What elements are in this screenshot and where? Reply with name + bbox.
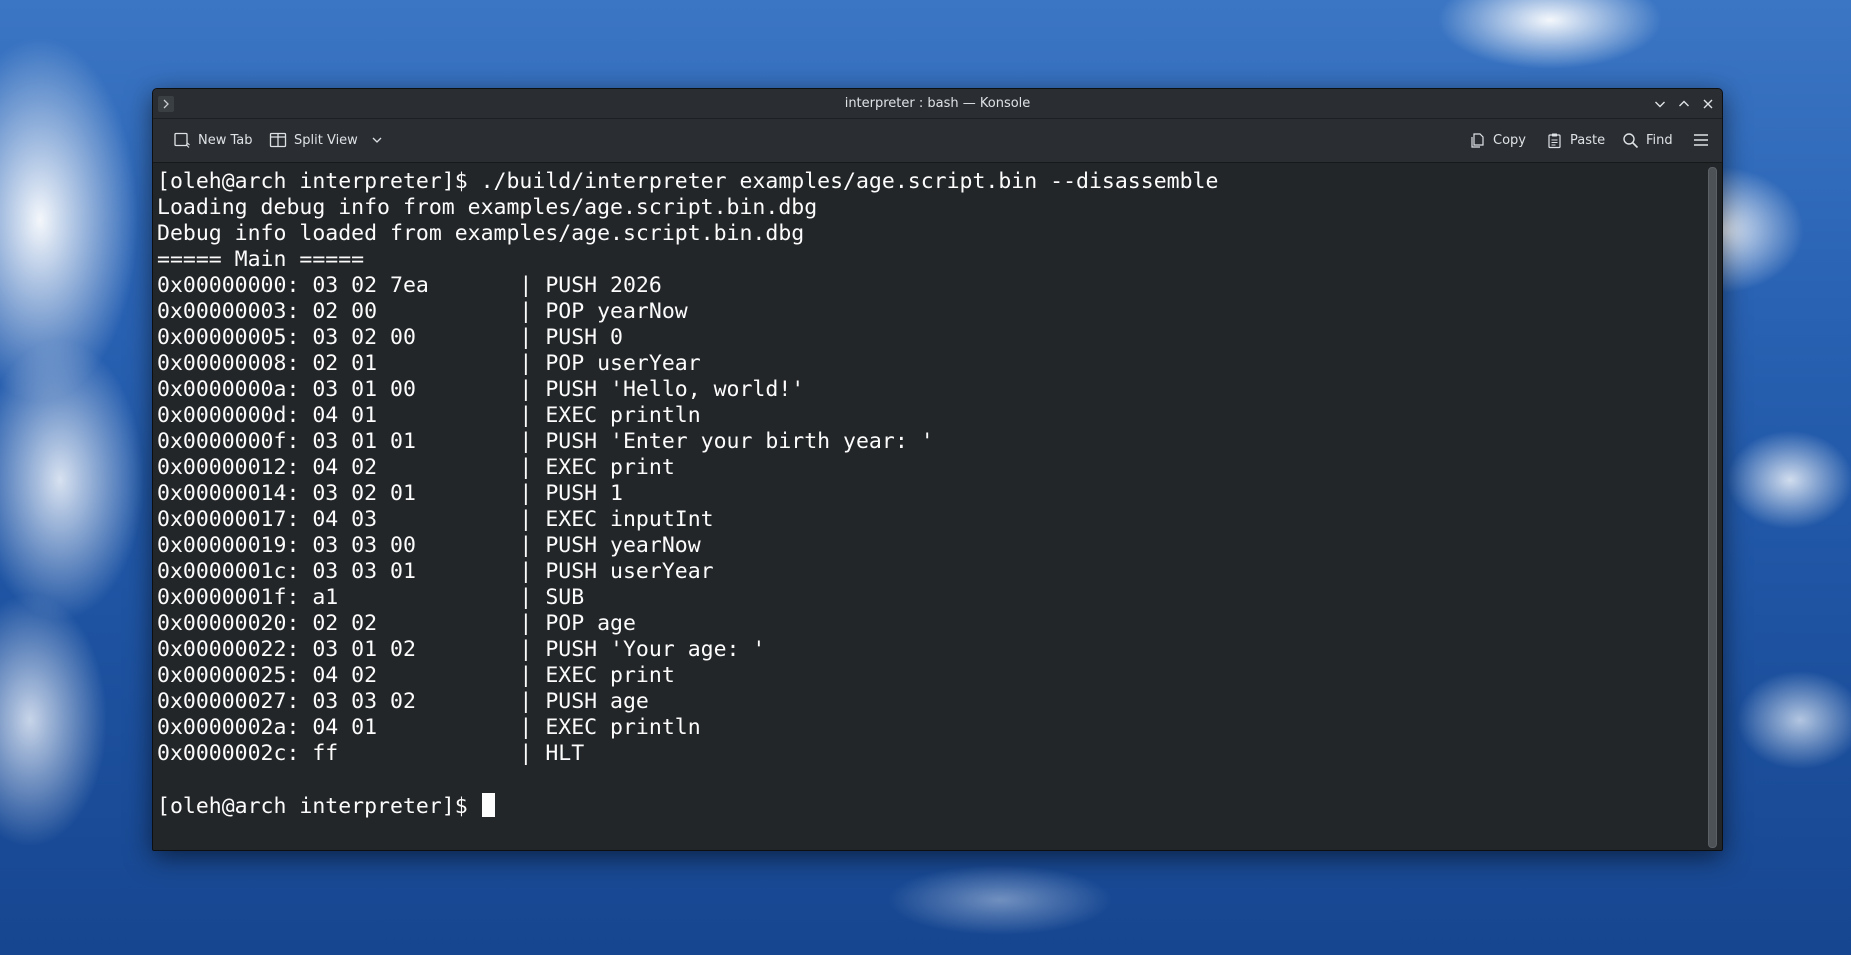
terminal-line: 0x00000012: 04 02 | EXEC print (157, 455, 675, 480)
hamburger-menu-icon (1694, 134, 1708, 146)
terminal-line: 0x00000020: 02 02 | POP age (157, 611, 636, 636)
terminal-line: 0x00000000: 03 02 7ea | PUSH 2026 (157, 273, 662, 298)
terminal-line: Loading debug info from examples/age.scr… (157, 195, 818, 220)
find-label: Find (1646, 132, 1673, 148)
close-icon (1703, 99, 1713, 109)
split-view-icon (269, 132, 287, 148)
terminal-line: 0x00000025: 04 02 | EXEC print (157, 663, 675, 688)
terminal-line: 0x00000003: 02 00 | POP yearNow (157, 299, 688, 324)
maximize-button[interactable] (1675, 95, 1693, 113)
terminal-line: 0x0000002c: ff | HLT (157, 741, 585, 766)
chevron-up-icon (1679, 100, 1689, 107)
paste-icon (1548, 133, 1561, 148)
terminal-line: Debug info loaded from examples/age.scri… (157, 221, 805, 246)
terminal-line: 0x0000000d: 04 01 | EXEC println (157, 403, 701, 428)
konsole-window: interpreter : bash — Konsole New Tab Spl… (152, 88, 1723, 851)
chevron-down-icon (1655, 101, 1665, 108)
terminal-text: [oleh@arch interpreter]$ ./build/interpr… (157, 169, 1218, 819)
find-button[interactable]: Find (1618, 128, 1677, 152)
text-cursor (481, 793, 495, 817)
new-tab-button[interactable]: New Tab (169, 128, 257, 152)
chevron-down-icon[interactable] (371, 134, 383, 146)
terminal-prompt-line: [oleh@arch interpreter]$ (157, 793, 1218, 819)
terminal-line: 0x0000000f: 03 01 01 | PUSH 'Enter your … (157, 429, 934, 454)
new-tab-icon (174, 132, 190, 148)
terminal-output[interactable]: [oleh@arch interpreter]$ ./build/interpr… (153, 163, 1702, 850)
terminal-line: 0x00000014: 03 02 01 | PUSH 1 (157, 481, 623, 506)
minimize-button[interactable] (1651, 95, 1669, 113)
split-view-button[interactable]: Split View (265, 128, 387, 152)
new-tab-label: New Tab (198, 132, 253, 148)
scrollbar-thumb[interactable] (1708, 167, 1717, 848)
copy-icon (1471, 132, 1484, 148)
paste-label: Paste (1570, 132, 1606, 148)
close-button[interactable] (1699, 95, 1717, 113)
terminal-line: 0x0000000a: 03 01 00 | PUSH 'Hello, worl… (157, 377, 805, 402)
terminal-line: ===== Main ===== (157, 247, 365, 272)
terminal-line: 0x00000019: 03 03 00 | PUSH yearNow (157, 533, 701, 558)
terminal-line: 0x0000002a: 04 01 | EXEC println (157, 715, 701, 740)
terminal-scrollbar[interactable] (1702, 163, 1722, 850)
copy-label: Copy (1493, 132, 1526, 148)
terminal-line: [oleh@arch interpreter]$ ./build/interpr… (157, 169, 1219, 194)
terminal-line: 0x00000005: 03 02 00 | PUSH 0 (157, 325, 623, 350)
terminal-line: 0x00000022: 03 01 02 | PUSH 'Your age: ' (157, 637, 766, 662)
toolbar: New Tab Split View Copy Paste Find (153, 119, 1722, 163)
split-view-label: Split View (294, 132, 358, 148)
shell-prompt: [oleh@arch interpreter]$ (157, 794, 481, 819)
terminal-line: 0x00000017: 04 03 | EXEC inputInt (157, 507, 714, 532)
terminal-line: 0x00000008: 02 01 | POP userYear (157, 351, 701, 376)
hamburger-menu-button[interactable] (1688, 128, 1714, 152)
search-icon (1623, 132, 1639, 148)
paste-button[interactable]: Paste (1542, 128, 1609, 152)
terminal-line: 0x0000001f: a1 | SUB (157, 585, 585, 610)
title-bar[interactable]: interpreter : bash — Konsole (153, 89, 1722, 119)
copy-button[interactable]: Copy (1465, 128, 1530, 152)
terminal-line: 0x00000027: 03 03 02 | PUSH age (157, 689, 649, 714)
terminal-line: 0x0000001c: 03 03 01 | PUSH userYear (157, 559, 714, 584)
window-title: interpreter : bash — Konsole (844, 96, 1031, 111)
